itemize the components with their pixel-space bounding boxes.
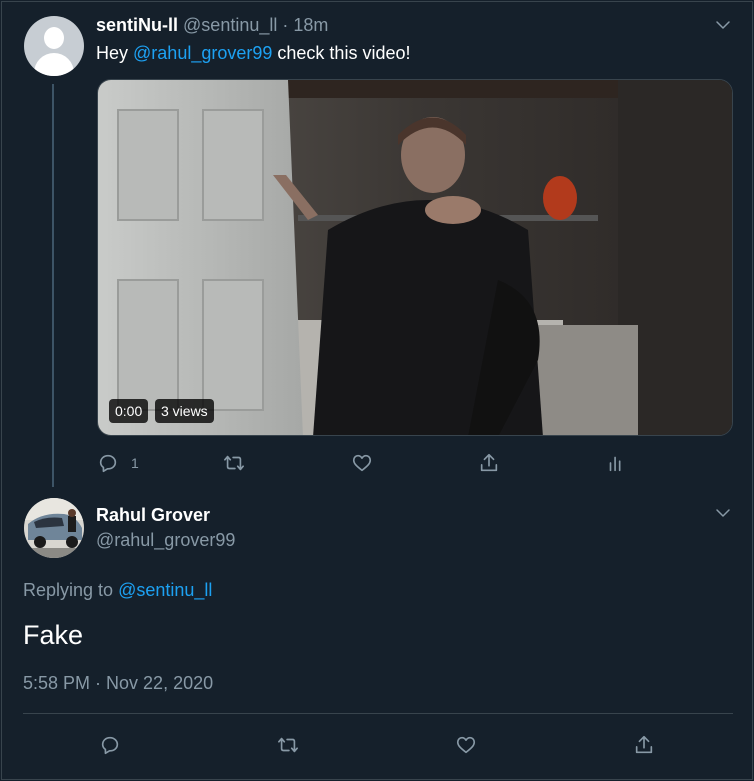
tweet1-retweet-button[interactable] (223, 451, 245, 475)
chevron-down-icon[interactable] (714, 504, 732, 522)
heart-icon (352, 454, 372, 472)
replying-to-line: Replying to @sentinu_ll (23, 580, 212, 601)
reply-icon (99, 454, 117, 473)
tweet1-reply-count: 1 (131, 455, 139, 471)
tweet2-display-name[interactable]: Rahul Grover (96, 505, 210, 526)
tweet1-like-button[interactable] (351, 451, 373, 475)
tweet1-text: Hey @rahul_grover99 check this video! (96, 43, 410, 64)
tweet1-text-suffix: check this video! (277, 43, 411, 63)
user-avatar-photo[interactable] (24, 498, 84, 558)
tweet2-reply-button[interactable] (99, 733, 121, 757)
divider (23, 713, 733, 714)
replying-to-link[interactable]: @sentinu_ll (118, 580, 212, 600)
avatar-body-shape (34, 53, 74, 76)
tweet2-timestamp[interactable]: 5:58 PM · Nov 22, 2020 (23, 673, 213, 694)
video-time-badge: 0:00 (109, 399, 149, 423)
tweet1-separator: · (282, 15, 289, 35)
tweet1-share-button[interactable] (478, 451, 500, 475)
retweet-icon (278, 737, 298, 753)
video-views-badge: 3 views (155, 399, 214, 423)
tweet1-time[interactable]: 18m (293, 15, 328, 35)
chevron-down-icon[interactable] (714, 16, 732, 34)
tweet2-handle[interactable]: @rahul_grover99 (96, 530, 235, 551)
tweet1-analytics-button[interactable] (605, 451, 627, 475)
tweet2-retweet-button[interactable] (277, 733, 299, 757)
share-icon (635, 735, 653, 754)
video-frame (98, 80, 732, 435)
tweet1-mention-link[interactable]: @rahul_grover99 (133, 43, 272, 63)
share-icon (480, 453, 498, 472)
heart-icon (456, 736, 476, 754)
analytics-icon (609, 456, 621, 472)
tweet1-header: sentiNu-ll @sentinu_ll · 18m (96, 15, 328, 36)
tweet2-text: Fake (23, 620, 84, 650)
avatar-head-shape (44, 27, 64, 49)
tweet2-share-button[interactable] (633, 733, 655, 757)
replying-to-label: Replying to (23, 580, 114, 600)
thread-connector-line (52, 84, 54, 487)
reply-icon (101, 736, 119, 755)
tweet1-text-prefix: Hey (96, 43, 129, 63)
avatar-image (24, 498, 84, 558)
tweet1-handle[interactable]: @sentinu_ll (183, 15, 277, 35)
video-player[interactable] (97, 79, 733, 436)
default-avatar[interactable] (24, 16, 84, 76)
tweet1-reply-button[interactable]: 1 (97, 451, 139, 475)
tweet2-like-button[interactable] (455, 733, 477, 757)
tweet1-display-name[interactable]: sentiNu-ll (96, 15, 178, 35)
retweet-icon (224, 455, 244, 471)
